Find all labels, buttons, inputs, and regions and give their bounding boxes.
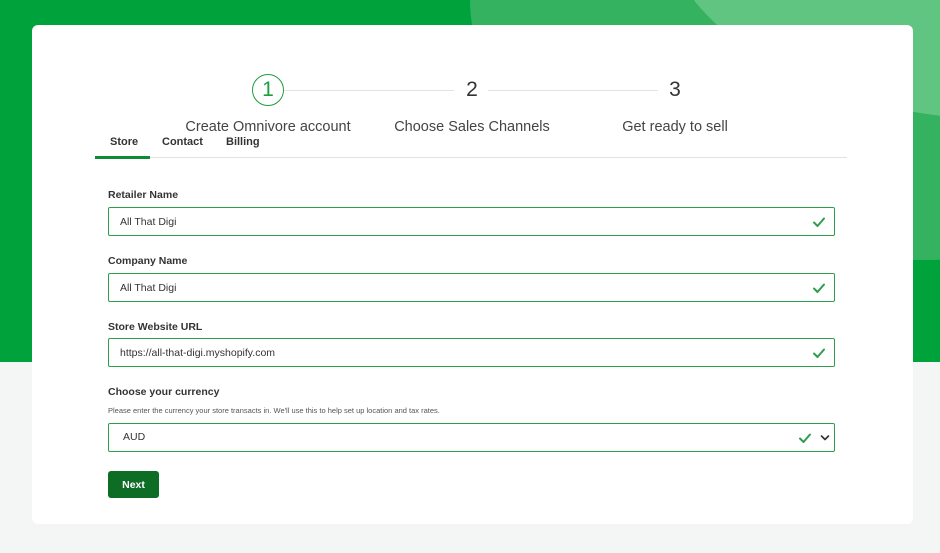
signup-card: 1 2 3 Create Omnivore account Choose Sal…: [32, 25, 913, 524]
step-connector: [488, 90, 658, 91]
next-button[interactable]: Next: [108, 471, 159, 498]
tab-billing[interactable]: Billing: [226, 136, 260, 148]
check-icon: [813, 348, 825, 358]
tab-contact[interactable]: Contact: [162, 136, 203, 148]
company-name-input[interactable]: [109, 274, 789, 301]
currency-help-text: Please enter the currency your store tra…: [108, 406, 440, 415]
retailer-name-label: Retailer Name: [108, 189, 179, 201]
step-2-circle[interactable]: 2: [456, 74, 488, 106]
step-3-circle[interactable]: 3: [659, 74, 691, 106]
step-1-circle[interactable]: 1: [252, 74, 284, 106]
chevron-down-icon[interactable]: [820, 433, 830, 443]
retailer-name-input[interactable]: [109, 208, 789, 235]
store-url-field: [108, 338, 835, 367]
check-icon: [799, 433, 811, 443]
retailer-name-field: [108, 207, 835, 236]
tab-bar: Store Contact Billing: [95, 128, 847, 159]
currency-label: Choose your currency: [108, 386, 220, 398]
step-connector: [284, 90, 454, 91]
company-name-label: Company Name: [108, 255, 188, 267]
company-name-field: [108, 273, 835, 302]
check-icon: [813, 283, 825, 293]
active-tab-indicator: [95, 156, 150, 159]
check-icon: [813, 217, 825, 227]
currency-selected-value: AUD: [123, 431, 146, 443]
stepper: 1 2 3 Create Omnivore account Choose Sal…: [32, 50, 913, 140]
store-url-label: Store Website URL: [108, 321, 203, 333]
store-url-input[interactable]: [109, 339, 789, 366]
tab-store[interactable]: Store: [110, 136, 138, 148]
currency-select[interactable]: AUD: [108, 423, 835, 452]
